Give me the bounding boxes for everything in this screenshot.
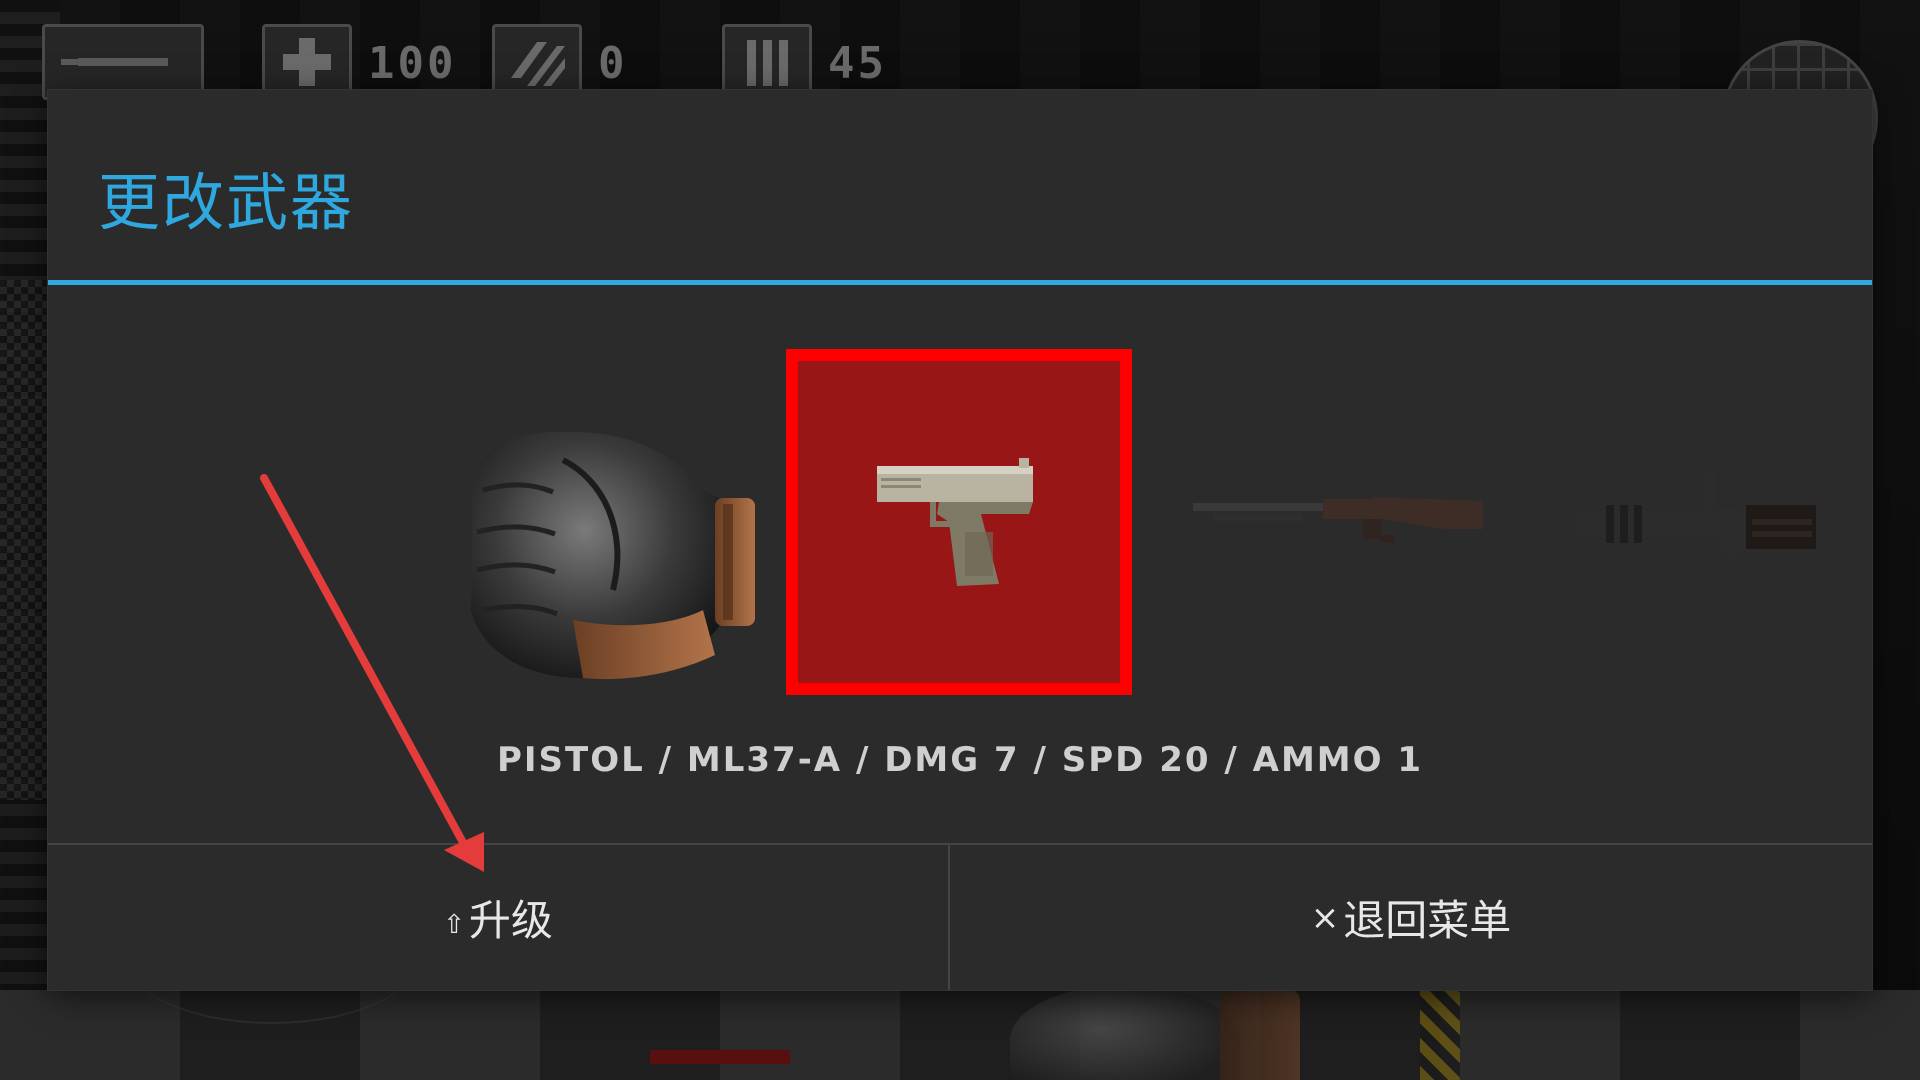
armor-stripes-icon [511,42,565,86]
fist-icon [471,431,755,680]
hud-health-value: 100 [368,38,457,89]
ammo-bullets-icon [747,40,788,86]
first-person-fist-cuff [1220,990,1300,1080]
background-checker-wall [0,280,48,800]
weapon-slot-shotgun[interactable] [1188,460,1488,580]
upgrade-arrow-icon: ⇧ [443,909,465,940]
hud-ammo-value: 45 [828,38,887,89]
background-hazard-stripes [1420,990,1460,1080]
title-divider [48,280,1872,285]
health-cross-icon [283,38,331,86]
minigun-icon [1576,471,1816,565]
weapon-info-text: PISTOL / ML37-A / DMG 7 / SPD 20 / AMMO … [496,740,1424,780]
back-to-menu-button[interactable]: × 退回菜单 [950,845,1872,990]
menu-icon [78,58,168,66]
hud-ammo-icon-box [722,24,812,100]
change-weapon-dialog: 更改武器 PISTOL / ML37-A / DMG 7 / SPD 20 / … [48,90,1872,990]
game-scene: 100 0 45 更改武器 PISTOL / ML37-A / DMG 7 / … [0,0,1920,1080]
shotgun-icon [1193,497,1483,543]
close-icon: × [1310,897,1340,938]
upgrade-label: 升级 [468,896,553,945]
weapon-slot-minigun[interactable] [1566,450,1826,590]
dialog-title: 更改武器 [98,166,355,239]
weapon-slot-fist[interactable] [428,385,808,725]
hud-armor-icon-box [492,24,582,100]
weapon-slot-pistol-selected[interactable] [786,349,1132,695]
hud-health-icon-box [262,24,352,100]
hud-menu-button[interactable] [42,24,204,100]
back-to-menu-label: 退回菜单 [1343,896,1512,945]
background-red-strip [650,1050,790,1064]
hud-armor-value: 0 [598,38,628,89]
upgrade-button[interactable]: ⇧ 升级 [48,845,948,990]
pistol-icon [877,458,1033,586]
